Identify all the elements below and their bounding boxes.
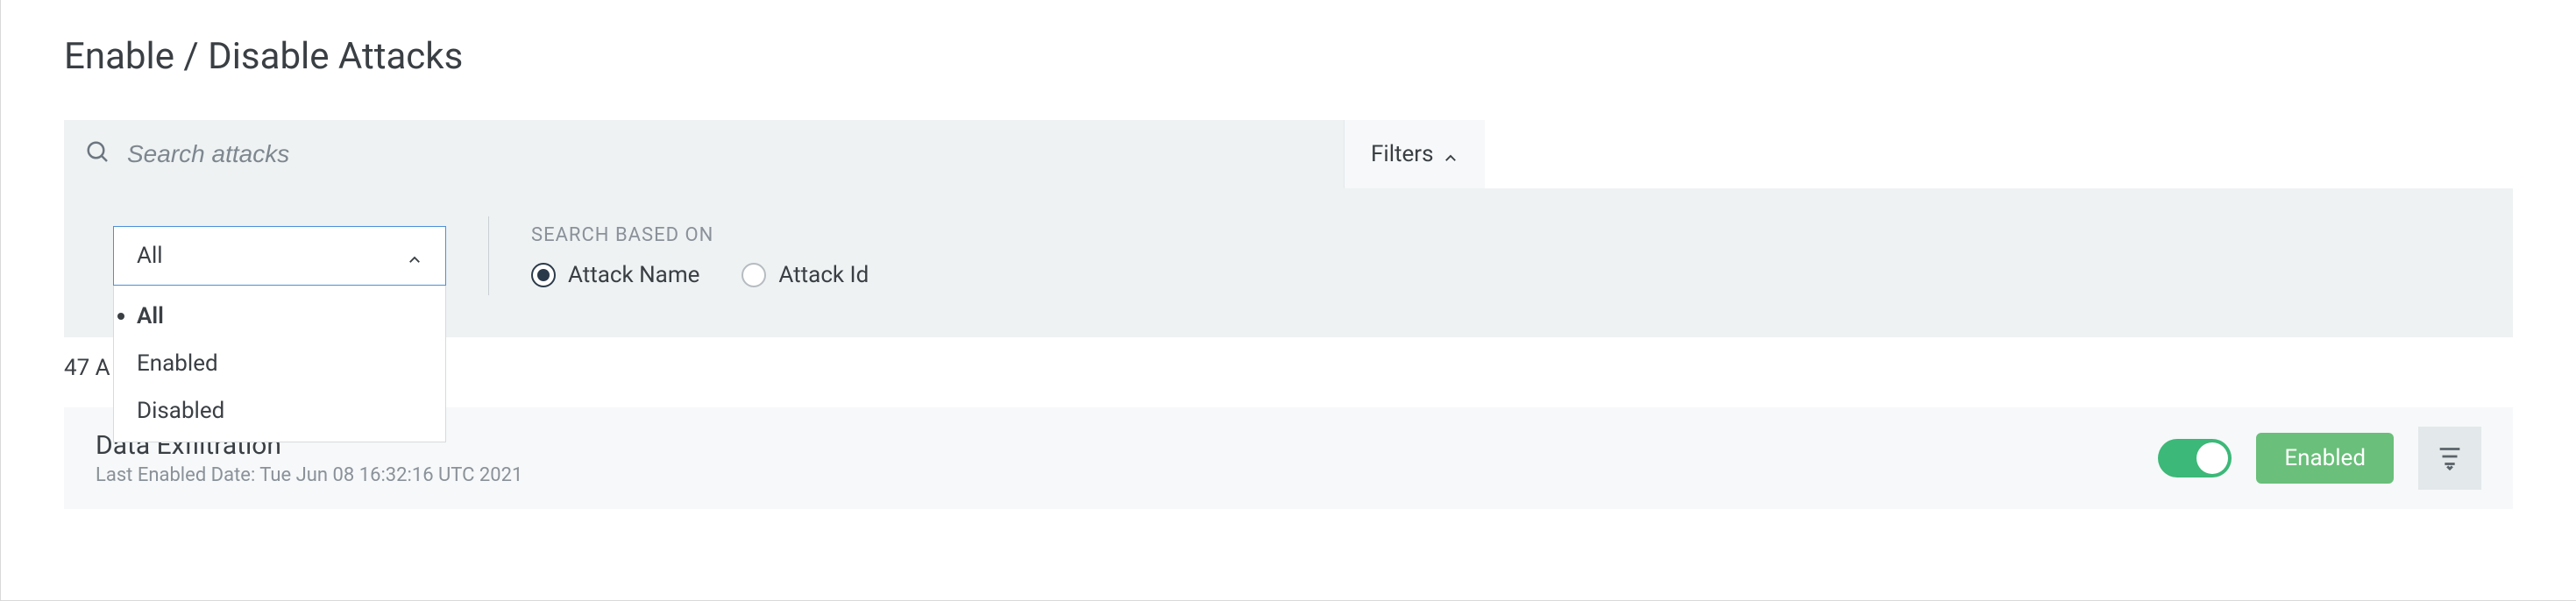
search-based-label: SEARCH BASED ON bbox=[531, 224, 869, 246]
radio-icon bbox=[531, 263, 556, 287]
search-based-section: SEARCH BASED ON Attack Name Attack Id bbox=[531, 224, 869, 288]
filters-panel: All All Enabled Disabled bbox=[64, 188, 2513, 337]
status-option-all-label: All bbox=[137, 303, 164, 329]
search-input[interactable] bbox=[127, 140, 1323, 168]
expand-icon bbox=[2435, 442, 2465, 475]
status-option-disabled-label: Disabled bbox=[137, 398, 224, 424]
radio-attack-name[interactable]: Attack Name bbox=[531, 262, 699, 288]
filters-label: Filters bbox=[1371, 141, 1434, 167]
search-based-radios: Attack Name Attack Id bbox=[531, 262, 869, 288]
expand-button[interactable] bbox=[2418, 427, 2481, 490]
radio-attack-name-label: Attack Name bbox=[568, 262, 699, 288]
page-title: Enable / Disable Attacks bbox=[64, 35, 2513, 78]
search-row: Filters bbox=[64, 120, 2513, 188]
search-icon bbox=[85, 139, 111, 169]
status-option-all[interactable]: All bbox=[114, 293, 445, 340]
filters-toggle-button[interactable]: Filters bbox=[1344, 120, 1485, 188]
enable-toggle[interactable] bbox=[2158, 439, 2232, 477]
status-filter-dropdown: All Enabled Disabled bbox=[113, 286, 446, 442]
status-option-disabled[interactable]: Disabled bbox=[114, 387, 445, 435]
attack-meta: Last Enabled Date: Tue Jun 08 16:32:16 U… bbox=[96, 464, 522, 486]
chevron-up-icon bbox=[407, 248, 422, 264]
status-filter-select[interactable]: All bbox=[113, 226, 446, 286]
status-option-enabled[interactable]: Enabled bbox=[114, 340, 445, 387]
status-option-enabled-label: Enabled bbox=[137, 350, 218, 377]
radio-attack-id-label: Attack Id bbox=[778, 262, 869, 288]
toggle-knob bbox=[2196, 442, 2228, 474]
chevron-up-icon bbox=[1443, 146, 1458, 162]
status-button[interactable]: Enabled bbox=[2256, 433, 2394, 484]
radio-attack-id[interactable]: Attack Id bbox=[742, 262, 869, 288]
divider bbox=[488, 216, 489, 295]
attack-controls: Enabled bbox=[2158, 427, 2481, 490]
attack-count-text: 47 A bbox=[64, 355, 110, 381]
radio-icon bbox=[742, 263, 766, 287]
search-box bbox=[64, 120, 1344, 188]
status-filter-select-wrap: All All Enabled Disabled bbox=[113, 226, 446, 286]
status-filter-value: All bbox=[137, 243, 163, 269]
bullet-icon bbox=[117, 313, 124, 320]
